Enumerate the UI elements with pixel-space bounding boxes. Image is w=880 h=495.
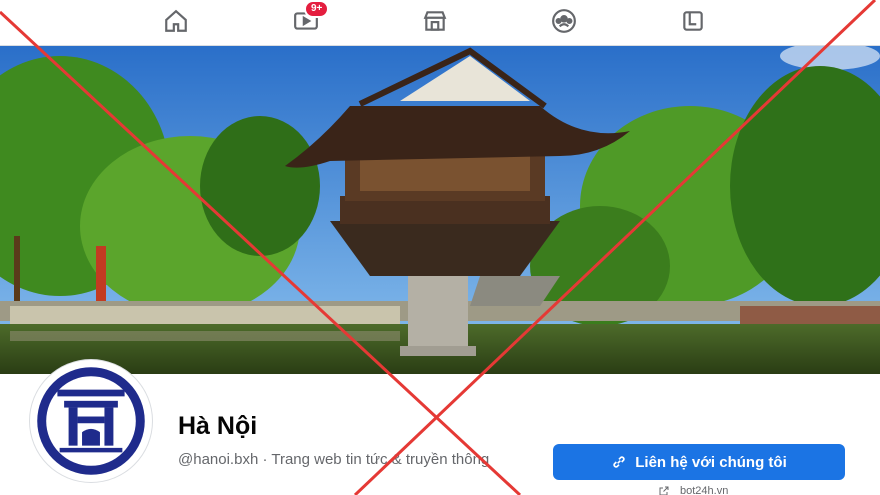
profile-avatar[interactable] xyxy=(30,360,152,482)
page-subtitle: @hanoi.bxh · Trang web tin tức & truyền … xyxy=(178,451,490,468)
contact-us-button[interactable]: Liên hệ với chúng tôi xyxy=(553,444,845,480)
top-navigation-bar: 9+ xyxy=(0,0,880,46)
cover-photo[interactable] xyxy=(0,46,880,374)
home-icon[interactable] xyxy=(158,6,194,36)
notification-badge: 9+ xyxy=(304,0,330,18)
cover-image xyxy=(0,46,880,374)
watch-icon[interactable]: 9+ xyxy=(288,0,330,36)
external-link-row[interactable]: bot24h.vn xyxy=(658,485,728,495)
groups-icon[interactable] xyxy=(546,6,582,36)
page-title: Hà Nội xyxy=(178,412,258,440)
marketplace-icon[interactable] xyxy=(417,6,453,36)
profile-header: Hà Nội @hanoi.bxh · Trang web tin tức & … xyxy=(0,360,880,495)
external-link-icon xyxy=(659,486,669,495)
gaming-icon[interactable] xyxy=(675,6,711,36)
external-link-label: bot24h.vn xyxy=(680,485,729,495)
link-icon xyxy=(613,456,625,468)
hanoi-logo-icon xyxy=(37,367,145,475)
contact-us-label: Liên hệ với chúng tôi xyxy=(635,453,787,471)
